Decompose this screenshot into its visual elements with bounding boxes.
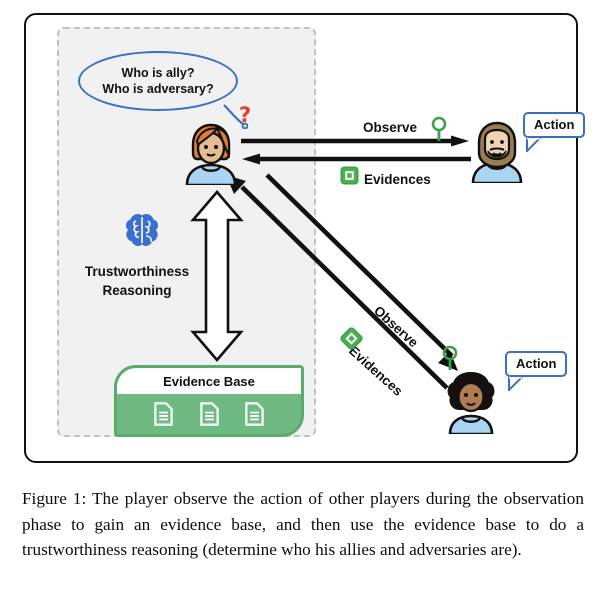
action-bubble-curly: Action (505, 351, 568, 377)
avatar-bearded-man (471, 121, 523, 183)
avatar-curly-hair (447, 372, 495, 434)
action-bubble-tail-curly (508, 377, 524, 391)
evidence-badge-icon (340, 166, 359, 185)
magnifier-icon (431, 116, 447, 141)
confusion-question-mark: ? (239, 103, 252, 127)
action-bubble-tail-bearded (526, 138, 542, 152)
figure-frame: Who is ally? Who is adversary? ? Action … (24, 13, 586, 463)
evidence-base-documents (117, 394, 301, 434)
action-bubble-bearded: Action (523, 112, 586, 138)
figure-caption: Figure 1: The player observe the action … (22, 489, 584, 559)
question-speech-bubble: Who is ally? Who is adversary? (78, 51, 238, 111)
question-line-1: Who is ally? (121, 66, 195, 80)
label-observe-bearded: Observe (363, 120, 418, 135)
magnifier-icon (442, 345, 458, 370)
evidence-base-title: Evidence Base (117, 368, 301, 394)
document-icon (154, 402, 173, 426)
trust-line-1: Trustworthiness (84, 264, 190, 279)
avatar-orange-hair (185, 123, 237, 185)
document-icon (245, 402, 264, 426)
label-evidences-bearded: Evidences (364, 172, 431, 187)
brain-icon (126, 214, 158, 246)
trust-line-2: Reasoning (102, 283, 172, 298)
question-line-2: Who is adversary? (102, 82, 214, 96)
figure-page: Who is ally? Who is adversary? ? Action … (0, 0, 608, 600)
document-icon (199, 402, 219, 426)
trustworthiness-reasoning-label: Trustworthiness Reasoning (72, 262, 202, 300)
evidence-base-card: Evidence Base (114, 365, 304, 437)
